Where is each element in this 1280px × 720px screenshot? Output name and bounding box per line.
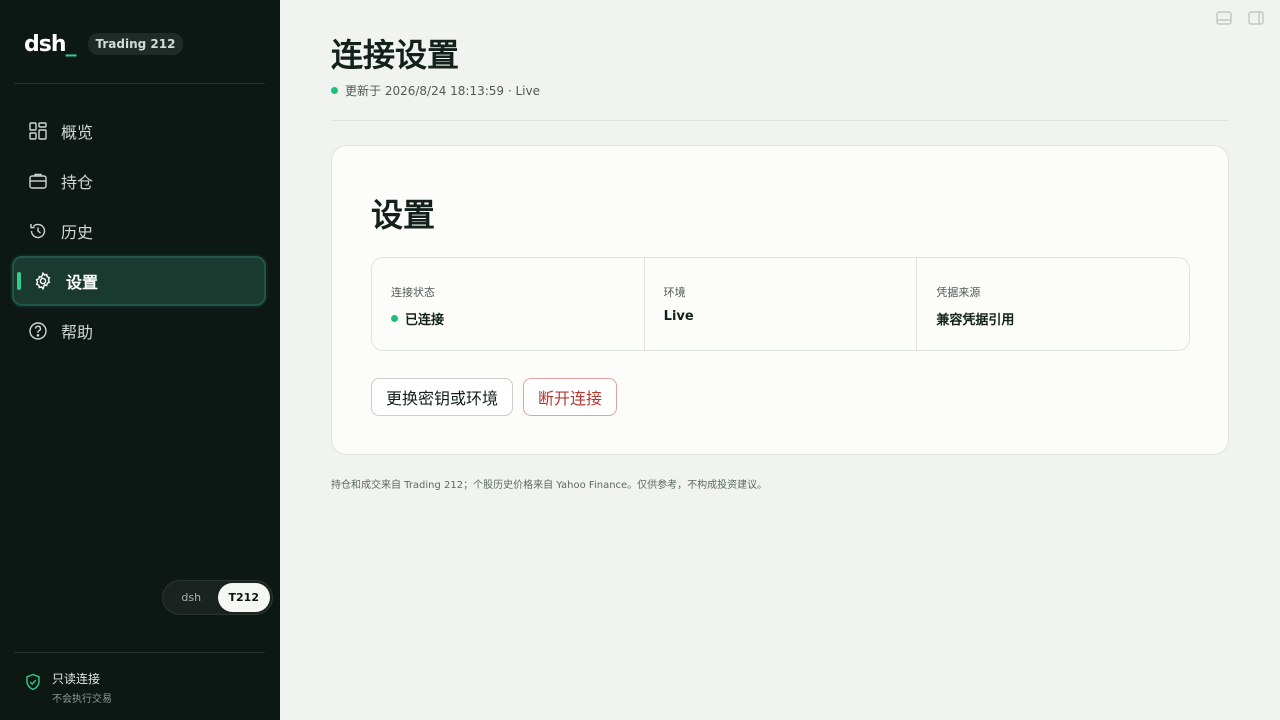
- change-key-button[interactable]: 更换密钥或环境: [371, 378, 514, 416]
- source-toggle: dsh T212: [162, 580, 273, 615]
- sidebar-item-history[interactable]: 历史: [12, 206, 266, 256]
- readonly-subtitle: 不会执行交易: [52, 694, 112, 705]
- card-actions: 更换密钥或环境 断开连接: [371, 378, 618, 416]
- sidebar-item-holdings[interactable]: 持仓: [12, 156, 266, 206]
- shield-check-icon: [24, 673, 42, 691]
- sidebar-divider: [14, 652, 265, 653]
- sidebar-item-label: 概览: [61, 123, 94, 142]
- sidebar-item-label: 历史: [61, 223, 94, 242]
- gear-icon: [33, 271, 53, 291]
- toggle-option-t212[interactable]: T212: [217, 583, 270, 612]
- active-indicator: [17, 272, 21, 290]
- page-title: 连接设置: [331, 36, 460, 74]
- connection-status-cell: 连接状态 已连接: [372, 258, 645, 350]
- sidebar-item-label: 帮助: [61, 323, 94, 342]
- sidebar-nav: 概览 持仓 历史 设置 帮助: [12, 106, 266, 356]
- last-updated: 更新于 2026/8/24 18:13:59 · Live: [331, 82, 540, 99]
- window-controls: [1216, 10, 1264, 25]
- info-label: 环境: [663, 286, 686, 299]
- last-updated-text: 更新于 2026/8/24 18:13:59 · Live: [345, 84, 541, 98]
- broker-badge: Trading 212: [87, 33, 184, 55]
- sidebar-item-overview[interactable]: 概览: [12, 106, 266, 156]
- sidebar-item-label: 设置: [66, 273, 99, 292]
- help-icon: [28, 321, 48, 341]
- history-icon: [28, 221, 48, 241]
- panel-bottom-icon[interactable]: [1216, 10, 1232, 25]
- live-status-dot: [331, 87, 338, 94]
- disclaimer: 持仓和成交来自 Trading 212；个股历史价格来自 Yahoo Finan…: [331, 480, 768, 491]
- sidebar: dsh_ Trading 212 概览 持仓 历史 设置 帮助 dsh T212…: [0, 0, 280, 720]
- readonly-status: 只读连接 不会执行交易: [24, 670, 112, 705]
- credential-source-cell: 凭据来源 兼容凭据引用: [917, 258, 1189, 350]
- sidebar-item-help[interactable]: 帮助: [12, 306, 266, 356]
- environment-value: Live: [663, 309, 694, 324]
- credential-source-value: 兼容凭据引用: [936, 313, 1015, 328]
- briefcase-icon: [28, 171, 48, 191]
- sidebar-divider: [14, 83, 265, 84]
- dashboard-grid-icon: [28, 121, 48, 141]
- header-divider: [331, 120, 1229, 121]
- info-label: 连接状态: [391, 286, 435, 299]
- sidebar-item-label: 持仓: [61, 173, 94, 192]
- connected-dot: [391, 315, 398, 322]
- readonly-title: 只读连接: [52, 672, 101, 686]
- card-title: 设置: [371, 196, 436, 234]
- disconnect-button[interactable]: 断开连接: [523, 378, 618, 416]
- settings-card: 设置 连接状态 已连接 环境 Live 凭据来源 兼容凭据引用 更换密钥或环境 …: [331, 145, 1229, 455]
- info-value: 已连接: [391, 309, 644, 328]
- panel-right-icon[interactable]: [1248, 10, 1264, 25]
- brand: dsh_ Trading 212: [24, 30, 184, 58]
- info-label: 凭据来源: [936, 286, 981, 299]
- toggle-option-dsh[interactable]: dsh: [165, 583, 218, 612]
- connection-info-grid: 连接状态 已连接 环境 Live 凭据来源 兼容凭据引用: [371, 257, 1190, 351]
- sidebar-item-settings[interactable]: 设置: [12, 256, 266, 306]
- logo[interactable]: dsh_: [24, 32, 77, 57]
- environment-cell: 环境 Live: [645, 258, 918, 350]
- connection-status-value: 已连接: [405, 313, 445, 328]
